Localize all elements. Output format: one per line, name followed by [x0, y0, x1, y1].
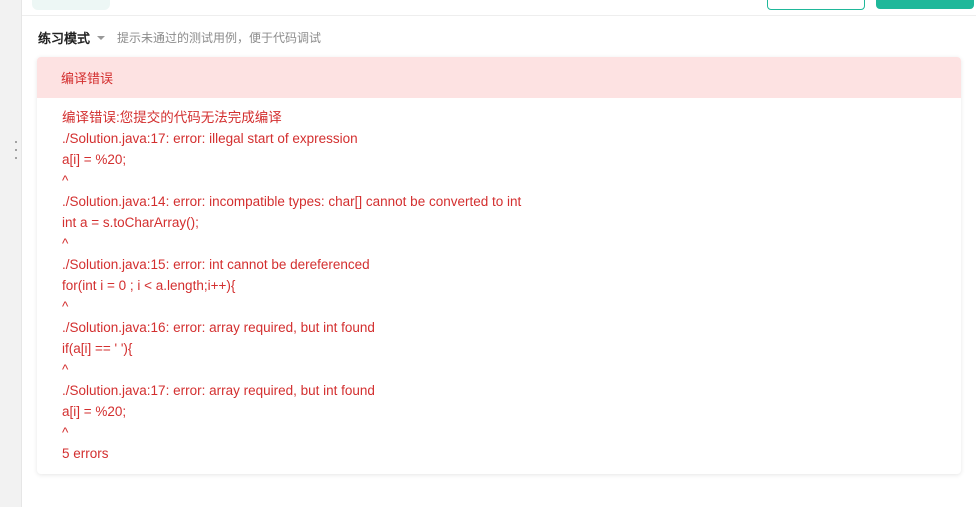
error-count: 5 errors [62, 446, 109, 461]
primary-button[interactable] [876, 0, 974, 9]
mode-dropdown[interactable]: 练习模式 [38, 28, 90, 47]
error-line: int a = s.toCharArray(); [62, 215, 199, 230]
error-line: 编译错误:您提交的代码无法完成编译 [62, 110, 282, 125]
result-title: 编译错误 [61, 71, 114, 86]
result-panel: 编译错误 编译错误:您提交的代码无法完成编译 ./Solution.java:1… [37, 57, 961, 474]
top-tab[interactable] [32, 0, 110, 10]
error-line: ./Solution.java:16: error: array require… [62, 320, 375, 335]
error-line: for(int i = 0 ; i < a.length;i++){ [62, 278, 236, 293]
error-line: ./Solution.java:17: error: array require… [62, 383, 375, 398]
error-line: ^ [62, 425, 69, 440]
mode-hint: 提示未通过的测试用例，便于代码调试 [117, 30, 322, 45]
caret-down-icon[interactable] [97, 35, 106, 40]
drag-handle-icon[interactable] [14, 141, 18, 159]
error-line: ^ [62, 299, 69, 314]
error-output: 编译错误:您提交的代码无法完成编译 ./Solution.java:17: er… [37, 98, 961, 464]
error-line: a[i] = %20; [62, 152, 127, 167]
error-line: ./Solution.java:15: error: int cannot be… [62, 257, 370, 272]
error-line: ^ [62, 362, 69, 377]
error-line: ./Solution.java:14: error: incompatible … [62, 194, 522, 209]
error-line: ^ [62, 173, 69, 188]
error-line: if(a[i] == ' '){ [62, 341, 133, 356]
mode-selector-row: 练习模式 提示未通过的测试用例，便于代码调试 [38, 28, 321, 46]
top-toolbar [22, 0, 976, 16]
secondary-button[interactable] [767, 0, 865, 10]
error-line: a[i] = %20; [62, 404, 127, 419]
result-header: 编译错误 [37, 57, 961, 98]
error-line: ./Solution.java:17: error: illegal start… [62, 131, 358, 146]
left-rail [0, 0, 22, 507]
error-line: ^ [62, 236, 69, 251]
